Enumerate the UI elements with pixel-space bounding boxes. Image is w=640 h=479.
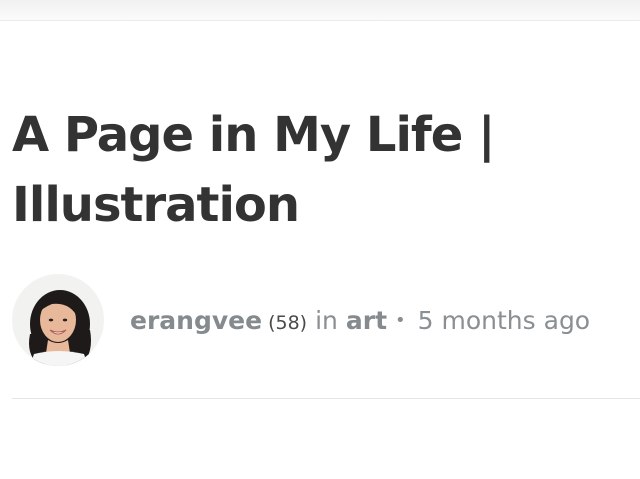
category-link[interactable]: art <box>346 306 387 335</box>
in-label: in <box>315 305 338 335</box>
avatar-photo <box>12 274 104 366</box>
avatar[interactable] <box>12 274 104 366</box>
author-reputation: (58) <box>268 311 308 334</box>
bullet-separator: • <box>395 309 406 331</box>
meta-text: erangvee (58) in art • 5 months ago <box>130 306 590 335</box>
divider <box>12 398 640 399</box>
post-timestamp[interactable]: 5 months ago <box>418 306 590 335</box>
post-title: A Page in My Life | Illustration <box>12 107 496 233</box>
post-meta: erangvee (58) in art • 5 months ago <box>12 274 632 366</box>
author-link[interactable]: erangvee <box>130 306 262 335</box>
top-bar <box>0 0 640 21</box>
